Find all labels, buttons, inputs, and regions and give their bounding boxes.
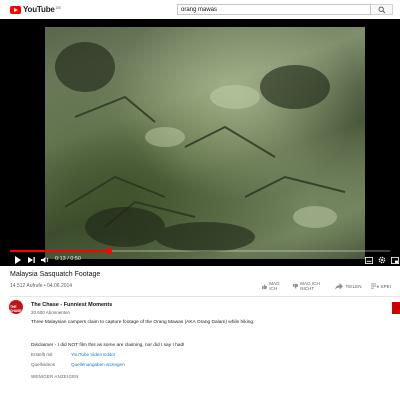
channel-name[interactable]: The Chase - Funniest Moments xyxy=(31,302,112,308)
logo-country: DE xyxy=(55,5,62,10)
channel-avatar[interactable]: THE CHASE xyxy=(9,300,23,314)
like-button[interactable]: MAG ICH xyxy=(262,281,284,291)
add-to-playlist-icon xyxy=(370,283,379,289)
time-display: 0:13 / 0:50 xyxy=(55,256,81,262)
next-button[interactable] xyxy=(28,255,36,265)
like-label: MAG ICH xyxy=(269,281,280,291)
volume-button[interactable] xyxy=(41,255,50,265)
save-label: SPEI xyxy=(380,283,391,289)
subscriber-count: 20.600 Abonnenten xyxy=(31,310,71,315)
next-icon xyxy=(28,257,35,263)
description-text: Three Malaysian campers claim to capture… xyxy=(31,320,255,325)
logo-text: YouTube xyxy=(23,5,55,14)
player-controls: 0:13 / 0:50 xyxy=(0,255,400,266)
play-button[interactable] xyxy=(14,255,22,265)
source-videos-link[interactable]: Quellenangaben anzeigen xyxy=(71,362,125,367)
share-button[interactable]: TEILEN xyxy=(335,282,362,290)
search-button[interactable] xyxy=(371,4,393,15)
disclaimer-text: Disclaimer - I did NOT film this as some… xyxy=(31,343,185,348)
video-player[interactable]: 0:13 / 0:50 xyxy=(0,19,400,266)
divider xyxy=(10,296,400,297)
view-count-date: 14.512 Aufrufe • 04.06.2014 xyxy=(10,283,73,289)
progress-bar[interactable] xyxy=(10,248,390,254)
show-less-button[interactable]: WENIGER ANZEIGEN xyxy=(31,374,79,379)
dislike-label: MAG ICH NICHT xyxy=(300,281,320,291)
gear-icon xyxy=(378,256,386,264)
play-icon xyxy=(15,256,21,264)
youtube-logo[interactable]: YouTube DE xyxy=(10,5,61,14)
search-input[interactable] xyxy=(178,5,370,14)
masthead: YouTube DE xyxy=(0,0,400,19)
settings-button[interactable] xyxy=(378,255,386,265)
volume-icon xyxy=(41,257,49,263)
search-icon xyxy=(378,6,386,14)
share-icon xyxy=(335,282,344,290)
subscribe-button[interactable] xyxy=(392,302,400,314)
youtube-play-icon xyxy=(10,5,21,14)
forest-scene xyxy=(55,42,346,252)
share-label: TEILEN xyxy=(345,283,362,289)
video-frame[interactable] xyxy=(45,27,365,259)
avatar-text: THE CHASE xyxy=(10,305,22,313)
dislike-button[interactable]: MAG ICH NICHT xyxy=(292,281,327,291)
thumbs-up-icon xyxy=(262,283,268,289)
scrubber-handle[interactable] xyxy=(105,248,112,254)
video-actions: MAG ICH MAG ICH NICHT TEILEN SPEI xyxy=(262,281,400,291)
created-with-link[interactable]: YouTube Video Editor xyxy=(71,352,115,357)
thumbs-down-icon xyxy=(292,283,299,289)
search-box xyxy=(177,4,371,15)
video-title: Malaysia Sasquatch Footage xyxy=(10,271,101,278)
source-videos-label: Quellvideos xyxy=(31,362,56,367)
subtitles-button[interactable] xyxy=(365,255,373,265)
subtitles-icon xyxy=(365,256,373,264)
miniplayer-icon xyxy=(391,256,399,264)
progress-fill xyxy=(10,250,109,252)
save-button[interactable]: SPEI xyxy=(370,283,391,290)
created-with-label: Erstellt mit xyxy=(31,352,53,357)
miniplayer-button[interactable] xyxy=(391,255,399,265)
